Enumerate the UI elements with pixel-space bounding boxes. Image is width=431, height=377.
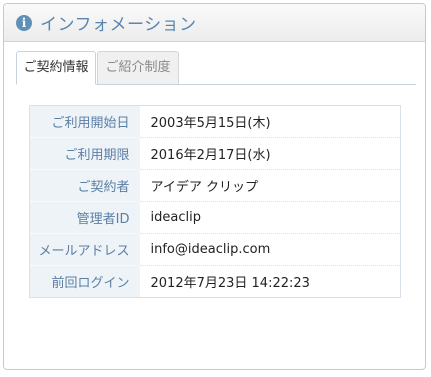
row-label-expiry-date: ご利用期限 bbox=[29, 137, 140, 170]
row-value-last-login: 2012年7月23日 14:22:23 bbox=[150, 276, 310, 291]
panel-title: インフォメーション bbox=[40, 15, 197, 35]
row-label-admin-id: 管理者ID bbox=[29, 201, 140, 234]
information-panel: i インフォメーション ご契約情報 ご紹介制度 ご利用開始日 2003年5月15… bbox=[3, 3, 426, 370]
row-label-last-login: 前回ログイン bbox=[29, 265, 140, 298]
table-row: 前回ログイン 2012年7月23日 14:22:23 bbox=[29, 265, 401, 298]
row-value-contractor: アイデア クリップ bbox=[139, 169, 401, 202]
table-row: ご利用期限 2016年2月17日(水) bbox=[29, 137, 401, 170]
contract-info-table: ご利用開始日 2003年5月15日(木) ご利用期限 2016年2月17日(水)… bbox=[29, 105, 401, 298]
tab-referral-program[interactable]: ご紹介制度 bbox=[97, 51, 179, 84]
row-value-start-date: 2003年5月15日(木) bbox=[139, 105, 401, 138]
row-value-email: info@ideaclip.com bbox=[139, 233, 401, 266]
table-row: ご利用開始日 2003年5月15日(木) bbox=[29, 105, 401, 138]
row-label-contractor: ご契約者 bbox=[29, 169, 140, 202]
table-row: ご契約者 アイデア クリップ bbox=[29, 169, 401, 202]
info-icon: i bbox=[16, 14, 32, 31]
table-row: 管理者ID ideaclip bbox=[29, 201, 401, 234]
tab-bar: ご契約情報 ご紹介制度 bbox=[16, 51, 416, 85]
panel-header: i インフォメーション bbox=[4, 4, 425, 42]
table-row: メールアドレス info@ideaclip.com bbox=[29, 233, 401, 266]
row-value-admin-id: ideaclip bbox=[139, 201, 401, 234]
row-label-start-date: ご利用開始日 bbox=[29, 105, 140, 138]
row-label-email: メールアドレス bbox=[29, 233, 140, 266]
row-value-expiry-date: 2016年2月17日(水) bbox=[139, 137, 401, 170]
tab-contract-info[interactable]: ご契約情報 bbox=[16, 51, 96, 85]
